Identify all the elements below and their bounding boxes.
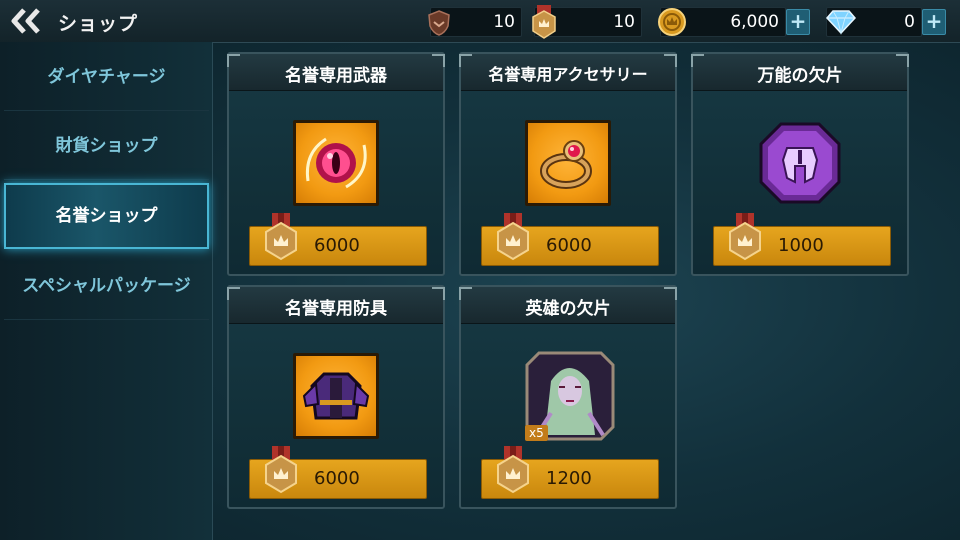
honor-medal-icon [265, 446, 297, 494]
corner-ornament-icon [459, 54, 472, 67]
item-title: 名誉専用防具 [285, 299, 387, 319]
corner-ornament-icon [432, 287, 445, 300]
double-chevron-left-icon [11, 8, 40, 34]
diamond-count: 0 [904, 12, 915, 32]
card-header: 名誉専用防具 [229, 287, 443, 324]
currency-gold: 6,000 [658, 7, 786, 37]
sidebar-item-honor-shop[interactable]: 名誉ショップ [4, 183, 209, 249]
buy-button[interactable]: 6000 [481, 213, 659, 266]
currency-shield-token: 10 [428, 7, 522, 37]
sidebar-item-label: 財貨ショップ [55, 136, 158, 156]
item-price: 6000 [314, 468, 360, 489]
sidebar-item-diamond-charge[interactable]: ダイヤチャージ [4, 44, 209, 111]
shop-item-card-accessory[interactable]: 名誉専用アクセサリー 6000 [459, 52, 677, 276]
card-header: 名誉専用アクセサリー [461, 54, 675, 91]
currency-diamond: 0 [825, 7, 922, 37]
card-header: 万能の欠片 [693, 54, 907, 91]
corner-ornament-icon [227, 287, 240, 300]
page-title: ショップ [58, 13, 139, 35]
card-header: 英雄の欠片 [461, 287, 675, 324]
gold-count: 6,000 [730, 12, 779, 32]
back-button[interactable] [8, 6, 44, 36]
gold-coin-icon [658, 8, 686, 36]
item-image-frame: x5 [525, 351, 615, 441]
item-image-frame [293, 353, 379, 439]
shop-item-card-universal-shard[interactable]: 万能の欠片 1000 [691, 52, 909, 276]
buy-button[interactable]: 1200 [481, 446, 659, 499]
corner-ornament-icon [896, 54, 909, 67]
top-bar: ショップ 10 10 6,000 + 0 + [0, 0, 960, 43]
corner-ornament-icon [664, 54, 677, 67]
honor-medal-icon [497, 213, 529, 261]
shop-item-card-weapon[interactable]: 名誉専用武器 6000 [227, 52, 445, 276]
sidebar-item-currency-shop[interactable]: 財貨ショップ [4, 113, 209, 180]
honor-medal-count: 10 [613, 12, 635, 32]
corner-ornament-icon [664, 287, 677, 300]
purple-armor-icon [302, 372, 370, 420]
item-price: 6000 [546, 235, 592, 256]
currency-honor-medal: 10 [532, 5, 642, 39]
item-price: 6000 [314, 235, 360, 256]
shop-category-sidebar: ダイヤチャージ 財貨ショップ 名誉ショップ スペシャルパッケージ [0, 42, 213, 540]
item-price: 1000 [778, 235, 824, 256]
buy-button[interactable]: 1000 [713, 213, 891, 266]
honor-medal-icon [265, 213, 297, 261]
add-diamond-button[interactable]: + [922, 9, 946, 35]
item-image-frame [757, 120, 843, 206]
item-title: 万能の欠片 [757, 66, 843, 86]
add-gold-button[interactable]: + [786, 9, 810, 35]
item-title: 英雄の欠片 [525, 299, 611, 319]
corner-ornament-icon [459, 287, 472, 300]
item-image-frame [293, 120, 379, 206]
honor-medal-icon [532, 5, 556, 39]
ruby-ring-icon [540, 140, 592, 189]
item-title: 名誉専用アクセサリー [488, 65, 648, 84]
card-header: 名誉専用武器 [229, 54, 443, 91]
sidebar-item-label: 名誉ショップ [55, 206, 158, 226]
sidebar-item-label: スペシャルパッケージ [22, 275, 191, 296]
honor-medal-icon [497, 446, 529, 494]
item-title: 名誉専用武器 [285, 66, 387, 86]
shield-token-icon [428, 10, 450, 36]
shop-item-card-hero-shard[interactable]: 英雄の欠片 x5 1200 [459, 285, 677, 509]
shop-item-card-armor[interactable]: 名誉専用防具 6000 [227, 285, 445, 509]
corner-ornament-icon [432, 54, 445, 67]
item-image-frame [525, 120, 611, 206]
honor-medal-icon [729, 213, 761, 261]
shield-token-count: 10 [493, 12, 515, 32]
purple-helmet-shard-icon [759, 122, 841, 204]
item-quantity-badge: x5 [525, 425, 548, 441]
sidebar-item-label: ダイヤチャージ [47, 67, 166, 87]
sidebar-item-special-package[interactable]: スペシャルパッケージ [4, 252, 209, 320]
crimson-eye-orb-icon [305, 137, 367, 189]
corner-ornament-icon [691, 54, 704, 67]
diamond-icon [825, 10, 857, 35]
buy-button[interactable]: 6000 [249, 213, 427, 266]
item-price: 1200 [546, 468, 592, 489]
corner-ornament-icon [227, 54, 240, 67]
buy-button[interactable]: 6000 [249, 446, 427, 499]
